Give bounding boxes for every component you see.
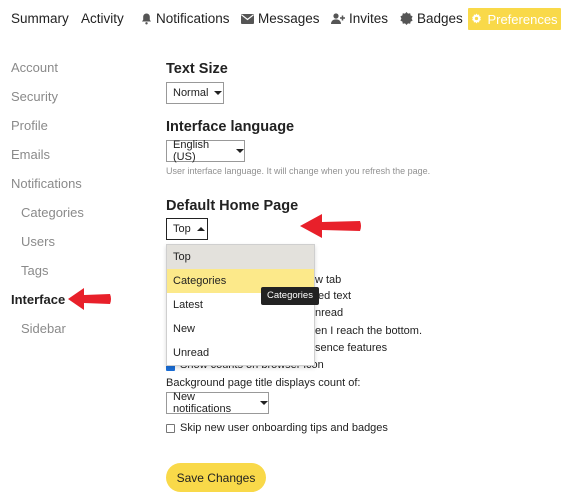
sidebar-item-emails[interactable]: Emails: [11, 147, 50, 162]
nav-preferences[interactable]: Preferences: [468, 8, 561, 30]
nav-badges[interactable]: Badges: [400, 11, 463, 26]
nav-messages[interactable]: Messages: [241, 11, 320, 26]
nav-activity[interactable]: Activity: [81, 11, 124, 26]
envelope-icon: [241, 13, 254, 24]
option-open-new-tab-label: w tab: [315, 274, 342, 286]
option-presence-label: sence features: [315, 342, 388, 354]
bell-icon: [141, 13, 152, 25]
sidebar-item-users[interactable]: Users: [21, 234, 55, 249]
background-title-select[interactable]: New notifications: [166, 391, 269, 415]
user-plus-icon: [331, 13, 345, 24]
annotation-arrow-icon: [300, 214, 361, 238]
option-reach-bottom-label: en I reach the bottom.: [315, 325, 423, 337]
save-changes-button[interactable]: Save Changes: [166, 463, 266, 492]
skip-onboarding-label: Skip new user onboarding tips and badges: [180, 422, 388, 434]
badge-icon: [400, 12, 413, 25]
nav-invites-label: Invites: [349, 11, 389, 26]
chevron-down-icon: [214, 91, 223, 95]
background-title-label: Background page title displays count of:: [166, 377, 361, 389]
gear-icon: [471, 12, 482, 27]
nav-summary-label: Summary: [11, 11, 69, 26]
sidebar-item-interface[interactable]: Interface: [11, 292, 65, 307]
chevron-up-icon: [196, 227, 205, 231]
dropdown-option-unread[interactable]: Unread: [167, 341, 314, 365]
nav-messages-label: Messages: [258, 11, 320, 26]
nav-notifications-label: Notifications: [156, 11, 230, 26]
chevron-down-icon: [260, 401, 268, 405]
default-home-page-value: Top: [173, 223, 191, 235]
sidebar-item-account[interactable]: Account: [11, 60, 58, 75]
interface-language-heading: Interface language: [166, 119, 295, 135]
nav-invites[interactable]: Invites: [331, 11, 388, 26]
sidebar-item-profile[interactable]: Profile: [11, 118, 48, 133]
home-page-dropdown-list: Top Categories Latest New Unread: [166, 244, 315, 366]
default-home-page-select[interactable]: Top: [166, 218, 208, 240]
interface-language-hint: User interface language. It will change …: [166, 166, 431, 176]
option-unread-label: nread: [315, 307, 344, 319]
nav-preferences-label: Preferences: [487, 11, 558, 27]
sidebar-item-categories[interactable]: Categories: [21, 205, 84, 220]
sidebar-item-tags[interactable]: Tags: [21, 263, 48, 278]
chevron-down-icon: [236, 149, 244, 153]
text-size-heading: Text Size: [166, 61, 228, 77]
nav-summary[interactable]: Summary: [11, 11, 69, 26]
user-nav: Summary Activity Notifications Messages …: [0, 0, 573, 38]
dropdown-option-new[interactable]: New: [167, 317, 314, 341]
dropdown-option-top[interactable]: Top: [167, 245, 314, 269]
interface-language-value: English (US): [173, 139, 210, 163]
option-quoted-text-label: ted text: [315, 290, 352, 302]
sidebar-item-notifications[interactable]: Notifications: [11, 176, 82, 191]
annotation-arrow-icon: [68, 288, 111, 310]
skip-onboarding-checkbox[interactable]: [166, 424, 175, 433]
default-home-page-heading: Default Home Page: [166, 198, 299, 214]
text-size-select[interactable]: Normal: [166, 82, 224, 104]
categories-tooltip: Categories: [261, 287, 319, 305]
interface-language-select[interactable]: English (US): [166, 139, 245, 163]
sidebar-item-security[interactable]: Security: [11, 89, 58, 104]
nav-activity-label: Activity: [81, 11, 124, 26]
text-size-value: Normal: [173, 87, 209, 99]
sidebar-item-sidebar[interactable]: Sidebar: [21, 321, 66, 336]
nav-badges-label: Badges: [417, 11, 463, 26]
background-title-value: New notifications: [173, 391, 232, 415]
nav-notifications[interactable]: Notifications: [141, 11, 230, 26]
